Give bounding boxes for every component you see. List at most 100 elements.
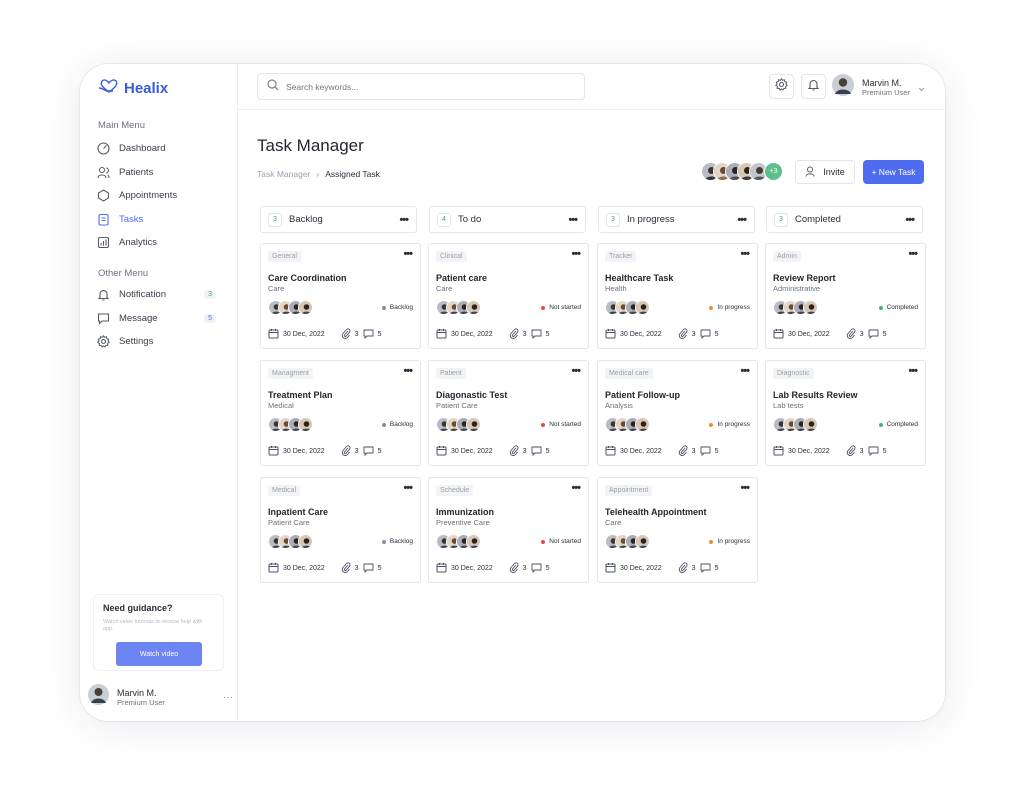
card-menu-icon[interactable]: •••	[740, 482, 750, 494]
task-tag: Clinical	[436, 251, 467, 262]
task-subtitle: Preventive Care	[436, 518, 490, 527]
assignee-avatars[interactable]	[605, 300, 650, 315]
team-avatars[interactable]: +3	[701, 162, 783, 181]
user-role: Premium User	[117, 697, 165, 707]
sidebar-item-label: Message	[119, 312, 158, 324]
comment-icon	[700, 329, 711, 341]
card-menu-icon[interactable]: •••	[740, 365, 750, 377]
card-footer: 30 Dec, 2022 3 5	[605, 562, 718, 575]
task-card[interactable]: General ••• Care Coordination Care Backlog 30…	[260, 243, 421, 349]
task-title: Treatment Plan	[268, 390, 333, 400]
card-menu-icon[interactable]: •••	[571, 365, 581, 377]
column-count: 3	[774, 212, 788, 227]
sidebar-item-analytics[interactable]: Analytics	[96, 231, 218, 255]
user-role: Premium User	[862, 88, 910, 97]
card-menu-icon[interactable]: •••	[571, 248, 581, 260]
logo[interactable]: Healix	[98, 78, 168, 99]
guidance-text: Watch video tutorials to receive help wi…	[103, 619, 203, 632]
sidebar-user[interactable]: Marvin M. Premium User ···	[88, 684, 233, 710]
status-dot	[541, 305, 546, 310]
main-nav: Dashboard Patients Appointments Tasks An…	[96, 137, 218, 255]
status-dot	[709, 422, 714, 427]
assignee-avatars[interactable]	[268, 417, 313, 432]
watch-video-button[interactable]: Watch video	[116, 642, 202, 666]
task-card[interactable]: Admin ••• Review Report Administrative Compl…	[765, 243, 926, 349]
card-menu-icon[interactable]: •••	[740, 248, 750, 260]
breadcrumb-current: Assigned Task	[325, 169, 380, 179]
bell-icon	[96, 288, 110, 302]
attachment-count: 3	[354, 331, 359, 338]
assignee-avatars[interactable]	[605, 534, 650, 549]
status-dot	[381, 539, 386, 544]
comment-count: 5	[377, 331, 382, 338]
task-card[interactable]: Appointment ••• Telehealth Appointment Care…	[597, 477, 758, 583]
assignee-avatars[interactable]	[605, 417, 650, 432]
card-footer: 30 Dec, 2022 3 5	[605, 445, 718, 458]
chevron-down-icon[interactable]	[918, 79, 925, 97]
task-title: Patient care	[436, 273, 488, 283]
task-card[interactable]: Medical care ••• Patient Follow-up Analysis…	[597, 360, 758, 466]
card-menu-icon[interactable]: •••	[403, 365, 413, 377]
card-menu-icon[interactable]: •••	[908, 248, 918, 260]
task-card[interactable]: Tracker ••• Healthcare Task Health In progre…	[597, 243, 758, 349]
column-menu-icon[interactable]: •••	[905, 214, 915, 226]
comment-count: 5	[882, 448, 887, 455]
assignee-avatars[interactable]	[268, 300, 313, 315]
task-subtitle: Health	[605, 284, 627, 293]
top-user[interactable]: Marvin M. Premium User	[832, 74, 925, 101]
status-dot	[878, 422, 883, 427]
task-card[interactable]: Diagnostic ••• Lab Results Review Lab tests…	[765, 360, 926, 466]
task-title: Healthcare Task	[605, 273, 674, 283]
breadcrumb-parent[interactable]: Task Manager	[257, 169, 310, 179]
comment-icon	[700, 446, 711, 458]
sidebar-item-tasks[interactable]: Tasks	[96, 208, 218, 232]
new-task-button[interactable]: + New Task	[863, 160, 924, 184]
task-card[interactable]: Schedule ••• Immunization Preventive Care No…	[428, 477, 589, 583]
calendar-icon	[268, 445, 279, 458]
task-title: Immunization	[436, 507, 494, 517]
notifications-button[interactable]	[801, 74, 826, 99]
settings-button[interactable]	[769, 74, 794, 99]
assignee-avatar	[803, 300, 818, 315]
message-count-badge: 5	[204, 313, 216, 323]
card-menu-icon[interactable]: •••	[908, 365, 918, 377]
assignee-avatars[interactable]	[773, 417, 818, 432]
column-count: 3	[268, 212, 282, 227]
card-menu-icon[interactable]: •••	[571, 482, 581, 494]
task-subtitle: Analysis	[605, 401, 633, 410]
assignee-avatars[interactable]	[436, 417, 481, 432]
task-card[interactable]: Clinical ••• Patient care Care Not started 30…	[428, 243, 589, 349]
due-date: 30 Dec, 2022	[620, 331, 662, 338]
task-subtitle: Lab tests	[773, 401, 804, 410]
invite-button[interactable]: Invite	[795, 160, 855, 184]
assignee-avatars[interactable]	[436, 534, 481, 549]
card-menu-icon[interactable]: •••	[403, 482, 413, 494]
card-menu-icon[interactable]: •••	[403, 248, 413, 260]
more-options-icon[interactable]: ···	[223, 692, 233, 703]
search-bar[interactable]	[257, 73, 585, 100]
status-dot	[541, 539, 546, 544]
status-badge: Backlog	[381, 304, 413, 311]
task-card[interactable]: Patient ••• Diagonastic Test Patient Care No…	[428, 360, 589, 466]
column-menu-icon[interactable]: •••	[568, 214, 578, 226]
search-input[interactable]	[286, 81, 556, 92]
assignee-avatar	[298, 300, 313, 315]
task-card[interactable]: Medical ••• Inpatient Care Patient Care Back…	[260, 477, 421, 583]
status-badge: Completed	[878, 421, 918, 428]
sidebar-item-label: Notification	[119, 289, 166, 301]
assignee-avatars[interactable]	[268, 534, 313, 549]
column-menu-icon[interactable]: •••	[737, 214, 747, 226]
sidebar-item-settings[interactable]: Settings	[96, 330, 218, 354]
sidebar-item-notification[interactable]: Notification 3	[96, 283, 218, 307]
sidebar-item-dashboard[interactable]: Dashboard	[96, 137, 218, 161]
sidebar-item-message[interactable]: Message 5	[96, 307, 218, 331]
assignee-avatars[interactable]	[773, 300, 818, 315]
status-dot	[709, 305, 714, 310]
sidebar-item-appointments[interactable]: Appointments	[96, 184, 218, 208]
column-menu-icon[interactable]: •••	[399, 214, 409, 226]
comment-count: 5	[545, 565, 550, 572]
task-card[interactable]: Managment ••• Treatment Plan Medical Backlog…	[260, 360, 421, 466]
calendar-icon	[268, 328, 279, 341]
sidebar-item-patients[interactable]: Patients	[96, 161, 218, 185]
assignee-avatars[interactable]	[436, 300, 481, 315]
